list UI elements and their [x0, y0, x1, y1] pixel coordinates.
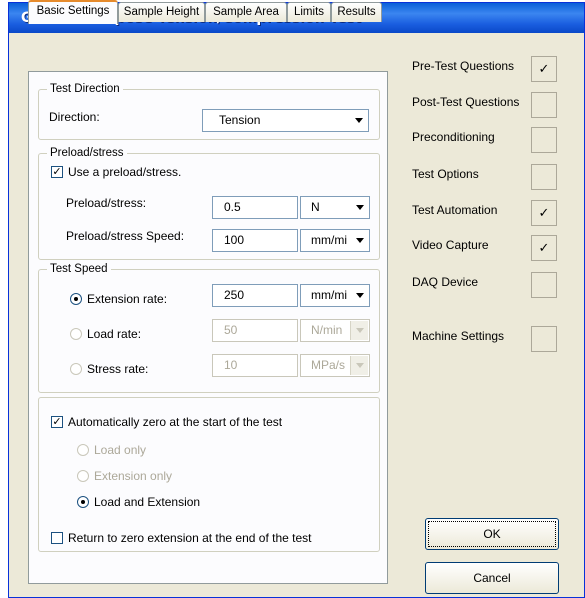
extension-rate-input[interactable]: 250: [212, 284, 298, 307]
preconditioning-button[interactable]: [531, 127, 557, 153]
basic-settings-panel: Test Direction Direction: Tension Preloa…: [28, 71, 388, 584]
use-preload-label: Use a preload/stress.: [68, 165, 182, 179]
daq-device-button[interactable]: [531, 272, 557, 298]
preload-speed-unit-dropdown[interactable]: mm/mi: [300, 229, 370, 252]
test-direction-legend: Test Direction: [47, 83, 123, 95]
load-rate-label: Load rate:: [87, 327, 142, 341]
machine-settings-button[interactable]: [531, 326, 557, 352]
ok-button[interactable]: OK: [425, 518, 559, 550]
extension-rate-unit-value: mm/mi: [311, 288, 347, 302]
tab-limits[interactable]: Limits: [287, 2, 331, 22]
pre-test-questions-label: Pre-Test Questions: [412, 59, 515, 73]
load-only-radio[interactable]: [77, 444, 89, 456]
video-capture-button[interactable]: ✓: [531, 235, 557, 261]
preload-value-input[interactable]: 0.5: [212, 196, 298, 219]
direction-value: Tension: [219, 113, 261, 127]
preload-speed-label: Preload/stress Speed:: [66, 229, 185, 243]
preload-unit-dropdown[interactable]: N: [300, 196, 370, 219]
extension-only-radio[interactable]: [77, 470, 89, 482]
chevron-down-icon[interactable]: [351, 286, 368, 305]
load-rate-input[interactable]: 50: [212, 319, 298, 342]
stress-rate-radio[interactable]: [70, 363, 82, 375]
stress-rate-unit-dropdown[interactable]: MPa/s: [300, 354, 370, 377]
tab-results[interactable]: Results: [331, 2, 382, 22]
preconditioning-label: Preconditioning: [412, 130, 495, 144]
load-rate-unit-dropdown[interactable]: N/min: [300, 319, 370, 342]
stress-rate-unit-value: MPa/s: [311, 358, 346, 372]
preload-legend: Preload/stress: [47, 147, 127, 159]
use-preload-checkbox[interactable]: ✓: [51, 166, 63, 178]
stress-rate-label: Stress rate:: [87, 362, 149, 376]
auto-zero-label: Automatically zero at the start of the t…: [68, 415, 283, 429]
load-rate-unit-value: N/min: [311, 323, 343, 337]
post-test-questions-label: Post-Test Questions: [412, 95, 520, 109]
chevron-down-icon[interactable]: [350, 356, 368, 375]
load-rate-radio[interactable]: [70, 328, 82, 340]
preload-unit-value: N: [311, 200, 320, 214]
pre-test-questions-button[interactable]: ✓: [531, 56, 557, 82]
extension-rate-unit-dropdown[interactable]: mm/mi: [300, 284, 370, 307]
test-options-button[interactable]: [531, 164, 557, 190]
direction-label: Direction:: [49, 110, 100, 124]
extension-rate-radio[interactable]: [70, 293, 82, 305]
chevron-down-icon[interactable]: [350, 321, 368, 340]
daq-device-label: DAQ Device: [412, 275, 479, 289]
test-automation-button[interactable]: ✓: [531, 200, 557, 226]
load-and-extension-radio[interactable]: [77, 496, 89, 508]
load-only-label: Load only: [94, 443, 147, 457]
video-capture-label: Video Capture: [412, 238, 489, 252]
test-speed-legend: Test Speed: [47, 263, 111, 275]
chevron-down-icon[interactable]: [351, 198, 368, 217]
chevron-down-icon[interactable]: [350, 111, 367, 130]
cancel-button[interactable]: Cancel: [425, 562, 559, 594]
direction-dropdown[interactable]: Tension: [202, 109, 369, 132]
return-to-zero-label: Return to zero extension at the end of t…: [68, 531, 312, 545]
extension-rate-label: Extension rate:: [87, 292, 168, 306]
test-automation-label: Test Automation: [412, 203, 498, 217]
tab-basic-settings[interactable]: Basic Settings: [28, 0, 118, 24]
chevron-down-icon[interactable]: [351, 231, 368, 250]
preload-speed-unit-value: mm/mi: [311, 233, 347, 247]
post-test-questions-button[interactable]: [531, 92, 557, 118]
preload-value-label: Preload/stress:: [66, 196, 147, 210]
tab-sample-height[interactable]: Sample Height: [118, 2, 205, 22]
extension-only-label: Extension only: [94, 469, 173, 483]
preload-speed-input[interactable]: 100: [212, 229, 298, 252]
auto-zero-checkbox[interactable]: ✓: [51, 416, 63, 428]
machine-settings-label: Machine Settings: [412, 329, 505, 343]
tab-sample-area[interactable]: Sample Area: [205, 2, 287, 22]
load-and-extension-label: Load and Extension: [94, 495, 201, 509]
return-to-zero-checkbox[interactable]: [51, 532, 63, 544]
stress-rate-input[interactable]: 10: [212, 354, 298, 377]
test-options-label: Test Options: [412, 167, 479, 181]
